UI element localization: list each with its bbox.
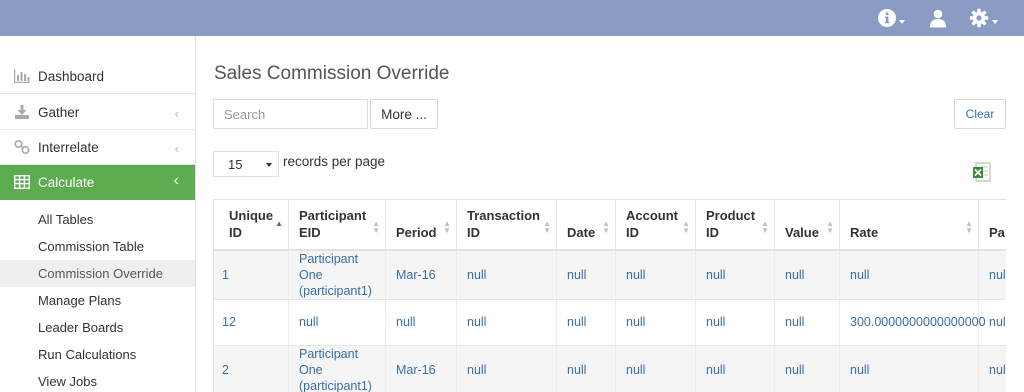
sidebar-item-interrelate[interactable]: Interrelate ‹ bbox=[0, 130, 195, 165]
column-header-value[interactable]: Value ▲ ▼ bbox=[774, 199, 840, 251]
column-header-truncated[interactable]: Pa bbox=[978, 199, 1006, 251]
chevron-left-icon: ‹ bbox=[173, 172, 179, 189]
commission-override-table: Unique ID ▲ Participant EID ▲ ▼ Period ▲ ▼ Tran… bbox=[213, 199, 1006, 392]
cell-participant-eid[interactable]: Participant One (participant1) bbox=[288, 345, 386, 392]
page-size-value: 15 bbox=[228, 156, 243, 172]
sidebar-item-gather[interactable]: Gather ‹ bbox=[0, 95, 195, 130]
sidebar-subitem-leader-boards[interactable]: Leader Boards bbox=[0, 314, 195, 341]
sort-icon: ▲ ▼ bbox=[543, 219, 551, 235]
info-menu-button[interactable] bbox=[878, 7, 905, 29]
sidebar-item-label: Gather bbox=[38, 104, 80, 120]
sidebar-subitem-commission-override[interactable]: Commission Override bbox=[0, 260, 195, 287]
more-filters-button[interactable]: More ... bbox=[370, 99, 438, 129]
sort-icon: ▲ ▼ bbox=[372, 219, 380, 235]
clear-button[interactable]: Clear bbox=[954, 99, 1006, 129]
cell-product-id[interactable]: null bbox=[695, 345, 775, 392]
column-header-account-id[interactable]: Account ID ▲ ▼ bbox=[615, 199, 696, 251]
sort-icon: ▲ ▼ bbox=[682, 219, 690, 235]
cell-rate[interactable]: null bbox=[839, 345, 979, 392]
table-row[interactable]: 12 null null null null null null null 30… bbox=[213, 299, 1006, 346]
sort-icon: ▲ ▼ bbox=[826, 219, 834, 235]
sidebar-item-label: Calculate bbox=[38, 174, 95, 190]
cell-period[interactable]: null bbox=[385, 299, 457, 346]
search-input[interactable] bbox=[213, 99, 368, 129]
column-header-product-id[interactable]: Product ID ▲ ▼ bbox=[695, 199, 775, 251]
sort-icon: ▲ ▼ bbox=[761, 219, 769, 235]
cell-period[interactable]: Mar-16 bbox=[385, 249, 457, 300]
column-header-unique-id[interactable]: Unique ID ▲ bbox=[213, 199, 289, 251]
cell-value[interactable]: null bbox=[774, 299, 840, 346]
cell-date[interactable]: null bbox=[556, 345, 616, 392]
sidebar-item-dashboard[interactable]: Dashboard bbox=[0, 59, 195, 94]
cell-transaction-id[interactable]: null bbox=[456, 249, 557, 300]
cell-product-id[interactable]: null bbox=[695, 299, 775, 346]
excel-icon[interactable] bbox=[972, 162, 992, 182]
cell-account-id[interactable]: null bbox=[615, 249, 696, 300]
sidebar-subitem-view-jobs[interactable]: View Jobs bbox=[0, 368, 195, 392]
cell-truncated[interactable]: null bbox=[978, 249, 1006, 300]
table-icon bbox=[14, 175, 30, 189]
bar-chart-icon bbox=[14, 69, 30, 83]
table-row[interactable]: 1 Participant One (participant1) Mar-16 … bbox=[213, 249, 1006, 300]
cell-unique-id[interactable]: 12 bbox=[213, 299, 289, 346]
sidebar-subitem-all-tables[interactable]: All Tables bbox=[0, 206, 195, 233]
sort-icon: ▲ ▼ bbox=[965, 219, 973, 235]
download-icon bbox=[15, 105, 29, 119]
cell-unique-id[interactable]: 2 bbox=[213, 345, 289, 392]
cell-transaction-id[interactable]: null bbox=[456, 299, 557, 346]
column-header-period[interactable]: Period ▲ ▼ bbox=[385, 199, 457, 251]
sort-ascending-icon: ▲ bbox=[275, 219, 283, 228]
cell-rate[interactable]: 300.0000000000000000 bbox=[839, 299, 986, 346]
cell-account-id[interactable]: null bbox=[615, 345, 696, 392]
chevron-down-icon bbox=[899, 19, 905, 24]
cell-account-id[interactable]: null bbox=[615, 299, 696, 346]
chevron-left-icon: ‹ bbox=[174, 106, 179, 121]
caret-down-icon bbox=[266, 163, 272, 167]
sidebar-subitem-manage-plans[interactable]: Manage Plans bbox=[0, 287, 195, 314]
column-header-transaction-id[interactable]: Transaction ID ▲ ▼ bbox=[456, 199, 557, 251]
page-size-select[interactable]: 15 bbox=[213, 151, 279, 177]
column-header-participant-eid[interactable]: Participant EID ▲ ▼ bbox=[288, 199, 386, 251]
gear-icon bbox=[969, 8, 989, 28]
table-row[interactable]: 2 Participant One (participant1) Mar-16 … bbox=[213, 345, 1006, 392]
cell-product-id[interactable]: null bbox=[695, 249, 775, 300]
sidebar: Dashboard Gather ‹ Interrelate ‹ Calcula… bbox=[0, 36, 196, 392]
top-navbar bbox=[0, 0, 1024, 36]
cell-truncated[interactable]: null bbox=[978, 345, 1006, 392]
sort-icon: ▲ ▼ bbox=[443, 219, 451, 235]
info-circle-icon bbox=[878, 9, 896, 27]
settings-menu-button[interactable] bbox=[969, 7, 998, 29]
cell-value[interactable]: null bbox=[774, 249, 840, 300]
cell-participant-eid[interactable]: null bbox=[288, 299, 386, 346]
cell-rate[interactable]: null bbox=[839, 249, 979, 300]
cell-period[interactable]: Mar-16 bbox=[385, 345, 457, 392]
user-menu-button[interactable] bbox=[929, 7, 947, 29]
cell-transaction-id[interactable]: null bbox=[456, 345, 557, 392]
cell-unique-id[interactable]: 1 bbox=[213, 249, 289, 300]
link-icon bbox=[14, 140, 30, 154]
page-title: Sales Commission Override bbox=[214, 63, 450, 84]
chevron-down-icon bbox=[992, 19, 998, 24]
cell-date[interactable]: null bbox=[556, 299, 616, 346]
cell-participant-eid[interactable]: Participant One (participant1) bbox=[288, 249, 386, 300]
sidebar-item-label: Interrelate bbox=[38, 139, 99, 155]
sidebar-subitem-run-calculations[interactable]: Run Calculations bbox=[0, 341, 195, 368]
sort-icon: ▲ ▼ bbox=[602, 219, 610, 235]
cell-value[interactable]: null bbox=[774, 345, 840, 392]
records-per-page-label: records per page bbox=[283, 154, 386, 169]
column-header-date[interactable]: Date ▲ ▼ bbox=[556, 199, 616, 251]
sidebar-subitem-commission-table[interactable]: Commission Table bbox=[0, 233, 195, 260]
cell-date[interactable]: null bbox=[556, 249, 616, 300]
chevron-left-icon: ‹ bbox=[174, 141, 179, 156]
user-icon bbox=[930, 9, 946, 27]
sidebar-item-calculate[interactable]: Calculate ‹ bbox=[0, 165, 195, 200]
column-header-rate[interactable]: Rate ▲ ▼ bbox=[839, 199, 979, 251]
sidebar-item-label: Dashboard bbox=[38, 68, 105, 84]
